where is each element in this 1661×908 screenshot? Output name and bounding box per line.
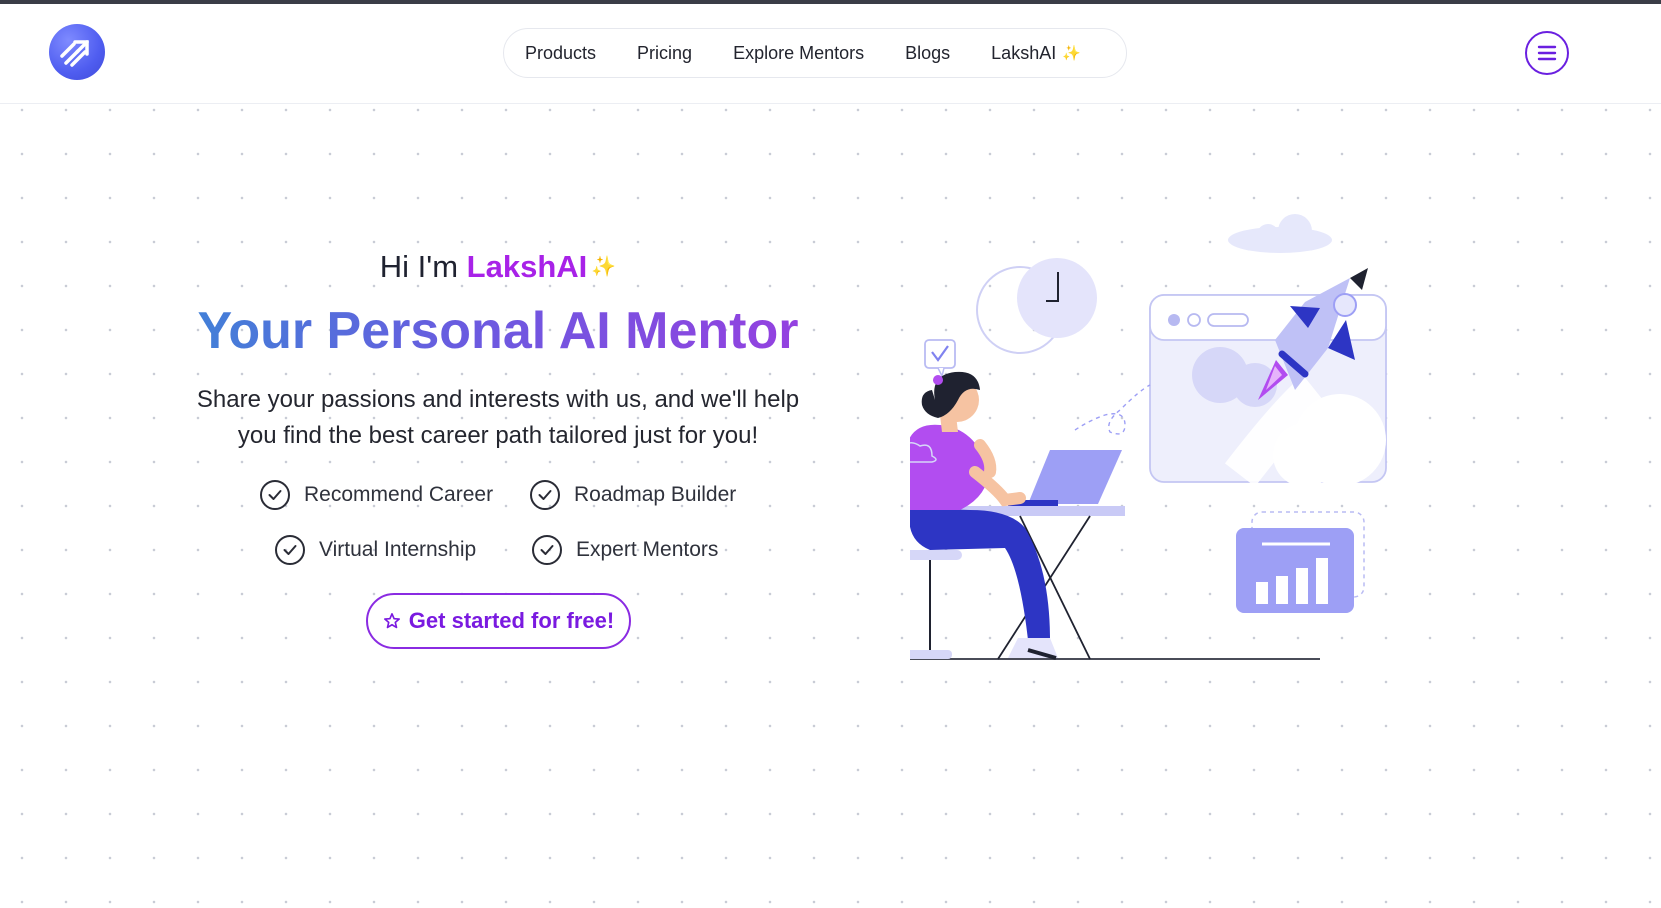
dashed-trail — [1074, 384, 1151, 435]
nav-blogs[interactable]: Blogs — [905, 43, 950, 64]
hero-greeting: Hi I'm LakshAI ✨ — [150, 246, 846, 288]
subtitle-line-1: Share your passions and interests with u… — [196, 386, 800, 413]
feature-virtual-internship: Virtual Internship — [275, 535, 476, 565]
nav-products-label: Products — [525, 42, 597, 63]
hero-subtitle: Share your passions and interests with u… — [150, 382, 846, 454]
cloud-icon — [1228, 214, 1332, 253]
subtitle-line-2: you find the best career path tailored j… — [237, 422, 759, 449]
nav-explore-mentors[interactable]: Explore Mentors — [733, 43, 864, 64]
chat-check-icon — [924, 339, 956, 379]
sparkle-icon: ✨ — [1062, 45, 1081, 62]
arrows-up-right-icon — [60, 40, 89, 67]
feature-recommend-career: Recommend Career — [260, 480, 493, 510]
main-nav: Products Pricing Explore Mentors Blogs L… — [503, 28, 1127, 78]
feature-list: Recommend Career Roadmap Builder Virtual… — [150, 480, 846, 600]
nav-blogs-label: Blogs — [905, 42, 951, 63]
feature-expert-mentors: Expert Mentors — [532, 535, 718, 565]
cta-label: Get started for free! — [408, 608, 615, 633]
hero-illustration — [910, 214, 1387, 660]
greeting-text: Hi I'm — [379, 249, 459, 284]
hamburger-menu-icon — [1537, 45, 1557, 61]
feature-label: Expert Mentors — [576, 538, 719, 561]
feature-roadmap-builder: Roadmap Builder — [530, 480, 736, 510]
nav-pricing-label: Pricing — [637, 42, 693, 63]
check-circle-icon — [530, 480, 560, 510]
hero-headline: Your Personal AI Mentor — [150, 298, 846, 364]
nav-lakshai[interactable]: LakshAI ✨ — [991, 43, 1081, 64]
nav-products[interactable]: Products — [525, 43, 596, 64]
site-header: Products Pricing Explore Mentors Blogs L… — [0, 4, 1661, 104]
feature-label: Roadmap Builder — [574, 483, 737, 506]
nav-pricing[interactable]: Pricing — [637, 43, 692, 64]
feature-label: Virtual Internship — [319, 538, 477, 561]
check-circle-icon — [275, 535, 305, 565]
nav-explore-mentors-label: Explore Mentors — [733, 42, 865, 63]
clock-icon — [976, 258, 1097, 354]
get-started-button[interactable]: Get started for free! — [366, 593, 631, 649]
check-circle-icon — [260, 480, 290, 510]
sparkle-icon: ✨ — [591, 256, 617, 278]
hero-section: Hi I'm LakshAI ✨ Your Personal AI Mentor … — [150, 246, 846, 649]
brand-name: LakshAI — [466, 249, 588, 284]
bar-chart-card-icon — [1236, 511, 1365, 613]
stool-graphic — [910, 550, 962, 659]
feature-label: Recommend Career — [304, 483, 494, 506]
hamburger-menu-button[interactable] — [1525, 31, 1569, 75]
star-icon — [383, 613, 400, 629]
nav-lakshai-label: LakshAI — [991, 42, 1057, 63]
check-circle-icon — [532, 535, 562, 565]
site-logo[interactable] — [49, 24, 105, 80]
